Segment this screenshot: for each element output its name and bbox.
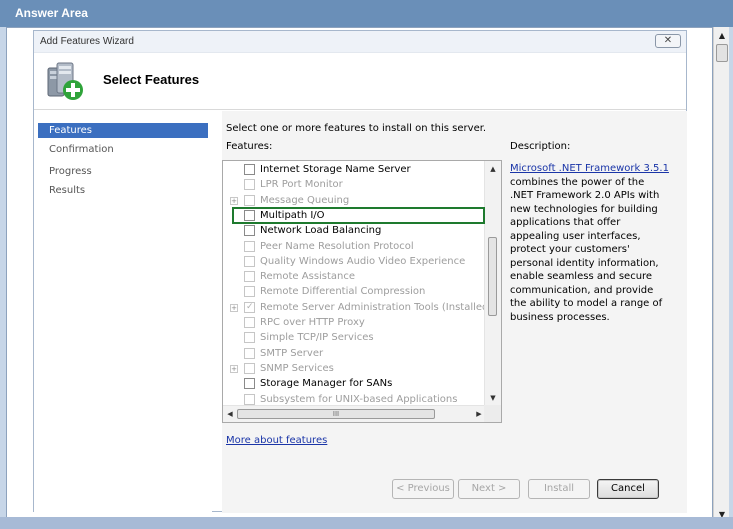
add-features-wizard-dialog: Add Features Wizard ✕ Select Features Fe… [33,30,687,513]
feature-label: Peer Name Resolution Protocol [260,240,414,252]
install-button[interactable]: Install [528,479,590,499]
feature-checkbox [244,179,255,191]
description-text: Microsoft .NET Framework 3.5.1 combines … [510,162,670,324]
dialog-titlebar: Add Features Wizard ✕ [34,31,686,53]
feature-row[interactable]: Quality Windows Audio Video Experience [223,254,485,269]
feature-checkbox [244,317,255,328]
feature-label: Remote Differential Compression [260,286,426,298]
feature-row[interactable]: + SNMP Services [223,361,485,376]
list-scroll-up-icon[interactable]: ▲ [485,163,501,175]
feature-label: Internet Storage Name Server [260,164,411,175]
feature-row[interactable]: Remote Differential Compression [223,284,485,299]
features-content: Select one or more features to install o… [222,111,687,513]
description-link[interactable]: Microsoft .NET Framework 3.5.1 [510,163,669,174]
server-add-icon [47,62,83,100]
feature-row[interactable]: Remote Assistance [223,269,485,284]
answer-area-title: Answer Area [0,0,733,27]
window-title: Add Features Wizard [40,36,134,47]
feature-checkbox [244,332,255,344]
feature-checkbox [244,347,255,359]
list-hscroll-thumb[interactable]: III [237,409,435,419]
list-scroll-down-icon[interactable]: ▼ [485,392,501,404]
feature-label: SNMP Services [260,362,334,374]
previous-button[interactable]: < Previous [392,479,454,499]
feature-row[interactable]: Network Load Balancing [223,223,485,238]
feature-label: RPC over HTTP Proxy [260,317,365,328]
features-label: Features: [226,141,273,152]
feature-row[interactable]: + Remote Server Administration Tools (Ins… [223,300,492,315]
description-title: Description: [510,141,571,152]
feature-row[interactable]: RPC over HTTP Proxy [223,315,485,330]
feature-row[interactable]: Simple TCP/IP Services [223,330,485,345]
page-scroll-thumb[interactable] [716,44,728,62]
feature-label: Storage Manager for SANs [260,378,393,390]
close-icon: ✕ [663,35,673,46]
feature-checkbox [244,271,255,283]
next-button[interactable]: Next > [458,479,520,499]
page-title: Select Features [103,72,200,87]
scrollbar-corner [484,405,501,422]
feature-row[interactable]: Storage Manager for SANs [223,376,485,391]
feature-label: Remote Assistance [260,271,356,283]
feature-row[interactable]: + Message Queuing [223,193,485,208]
wizard-header: Select Features [34,53,686,110]
expand-icon[interactable]: + [230,303,238,312]
feature-checkbox [244,194,255,206]
close-button[interactable]: ✕ [655,34,681,48]
nav-step-progress[interactable]: Progress [38,164,208,179]
nav-step-features[interactable]: Features [38,123,208,138]
bottom-border-strip [0,517,733,529]
expand-icon[interactable]: + [230,364,238,373]
feature-label: Network Load Balancing [260,225,382,237]
feature-label: Simple TCP/IP Services [260,332,374,344]
feature-row[interactable]: Multipath I/O [223,208,485,223]
feature-checkbox[interactable] [244,164,255,175]
nav-step-confirmation[interactable]: Confirmation [38,142,208,157]
feature-label: LPR Port Monitor [260,179,343,191]
scroll-up-arrow-icon[interactable]: ▲ [714,29,730,43]
expand-icon[interactable]: + [230,196,238,205]
feature-label: Remote Server Administration Tools (Inst… [260,301,493,313]
more-about-features-link[interactable]: More about features [226,435,327,446]
feature-label: Message Queuing [260,194,350,206]
description-body: combines the power of the .NET Framework… [510,176,663,323]
feature-checkbox[interactable] [244,209,255,221]
list-scroll-thumb[interactable] [488,237,497,316]
cancel-button[interactable]: Cancel [597,479,659,499]
page-vertical-scrollbar[interactable]: ▲ ▼ [713,27,729,523]
feature-checkbox[interactable] [244,378,255,390]
feature-label: Quality Windows Audio Video Experience [260,255,466,267]
features-list[interactable]: Internet Storage Name Server LPR Port Mon… [222,160,502,423]
feature-checkbox [244,240,255,252]
feature-checkbox[interactable] [244,225,255,237]
list-scroll-left-icon[interactable]: ◀ [224,406,236,422]
feature-checkbox [244,286,255,298]
feature-checkbox [244,393,255,405]
feature-checkbox [244,300,255,315]
feature-row[interactable]: Internet Storage Name Server [223,162,485,177]
features-list-horizontal-scrollbar[interactable]: ◀ III ▶ [223,405,486,422]
wizard-steps-nav: Features Confirmation Progress Results [34,111,212,513]
feature-checkbox [244,362,255,374]
features-list-vertical-scrollbar[interactable]: ▲ ▼ [484,161,501,406]
feature-row[interactable]: LPR Port Monitor [223,177,485,192]
feature-checkbox [244,255,255,267]
feature-row[interactable]: Peer Name Resolution Protocol [223,239,485,254]
instruction-text: Select one or more features to install o… [226,123,487,134]
nav-step-results[interactable]: Results [38,183,208,198]
feature-row[interactable]: SMTP Server [223,346,485,361]
feature-label: SMTP Server [260,347,324,359]
feature-label: Multipath I/O [260,209,325,221]
